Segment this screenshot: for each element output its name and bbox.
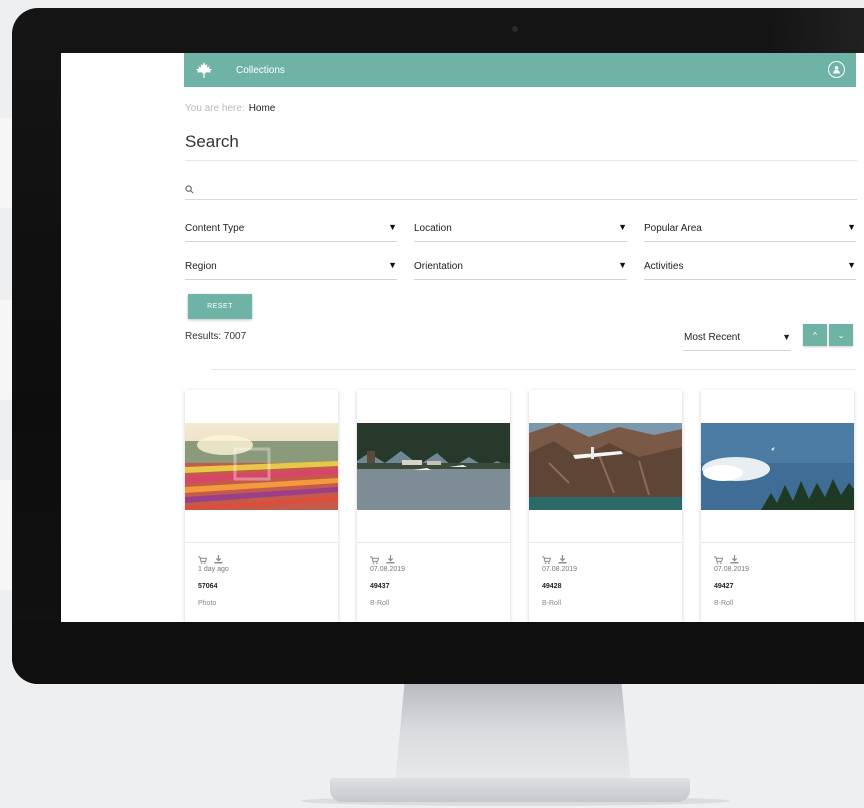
- dropdown-arrow-icon: ▼: [618, 222, 627, 232]
- app-title[interactable]: Collections: [236, 65, 285, 76]
- filter-label: Region: [185, 261, 217, 272]
- card-id: 49437: [370, 583, 390, 590]
- card-type: Photo: [198, 600, 217, 607]
- card-type: B-Roll: [542, 600, 562, 607]
- card-thumbnail[interactable]: [185, 423, 338, 510]
- filter-label: Orientation: [414, 261, 463, 272]
- maple-leaf-logo-icon[interactable]: [194, 60, 214, 80]
- card-id: 49427: [714, 583, 734, 590]
- card-thumbnail[interactable]: [357, 423, 510, 510]
- dropdown-arrow-icon: ▼: [388, 260, 397, 270]
- filter-popular-area[interactable]: Popular Area ▼: [644, 219, 856, 242]
- filter-label: Popular Area: [644, 223, 702, 234]
- filter-label: Activities: [644, 261, 684, 272]
- media-card[interactable]: 07.08.2019 49437 B-Roll: [357, 390, 510, 622]
- filter-label: Content Type: [185, 223, 245, 234]
- filter-label: Location: [414, 223, 452, 234]
- card-type: B-Roll: [714, 600, 734, 607]
- media-card[interactable]: 1 day ago 57064 Photo: [185, 390, 338, 622]
- card-date: 07.08.2019: [542, 566, 578, 573]
- breadcrumb-home-link[interactable]: Home: [249, 103, 276, 114]
- sort-ascending-button[interactable]: ^: [803, 324, 827, 346]
- dropdown-arrow-icon: ▼: [618, 260, 627, 270]
- divider: [185, 160, 857, 161]
- media-card[interactable]: 07.08.2019 49427 B-Roll: [701, 390, 854, 622]
- breadcrumb-prefix: You are here:: [185, 103, 245, 114]
- page-title: Search: [185, 132, 239, 151]
- app-header: Collections: [184, 53, 856, 87]
- filter-activities[interactable]: Activities ▼: [644, 257, 856, 280]
- filter-orientation[interactable]: Orientation ▼: [414, 257, 627, 280]
- breadcrumb: You are here: Home: [185, 103, 275, 114]
- product-mockup: Collections You are here: Home Search Co…: [0, 0, 864, 808]
- card-type: B-Roll: [370, 600, 390, 607]
- card-date: 1 day ago: [198, 566, 229, 573]
- dropdown-arrow-icon: ▼: [782, 332, 791, 342]
- user-account-icon[interactable]: [828, 61, 845, 78]
- card-id: 57064: [198, 583, 218, 590]
- search-icon: [185, 181, 194, 199]
- filter-content-type[interactable]: Content Type ▼: [185, 219, 397, 242]
- divider: [211, 369, 856, 370]
- reset-button[interactable]: RESET: [188, 294, 252, 319]
- card-thumbnail[interactable]: [529, 423, 682, 510]
- dropdown-arrow-icon: ▼: [847, 222, 856, 232]
- monitor-screen: Collections You are here: Home Search Co…: [61, 53, 864, 622]
- filter-region[interactable]: Region ▼: [185, 257, 397, 280]
- monitor-stand-base: [330, 778, 690, 802]
- monitor-chin: [12, 622, 864, 684]
- chevron-up-icon: ^: [813, 330, 817, 340]
- sort-select[interactable]: Most Recent ▼: [683, 330, 791, 351]
- sort-descending-button[interactable]: ⌄: [829, 324, 853, 346]
- dropdown-arrow-icon: ▼: [847, 260, 856, 270]
- media-card[interactable]: 07.08.2019 49428 B-Roll: [529, 390, 682, 622]
- search-input[interactable]: [185, 177, 857, 200]
- camera-dot: [512, 26, 518, 32]
- card-date: 07.08.2019: [714, 566, 750, 573]
- dropdown-arrow-icon: ▼: [388, 222, 397, 232]
- card-thumbnail[interactable]: [701, 423, 854, 510]
- card-date: 07.08.2019: [370, 566, 406, 573]
- filter-location[interactable]: Location ▼: [414, 219, 627, 242]
- card-id: 49428: [542, 583, 562, 590]
- monitor-stand-neck: [395, 684, 631, 784]
- sort-selected-value: Most Recent: [684, 332, 741, 343]
- chevron-down-icon: ⌄: [837, 330, 845, 340]
- results-count: Results: 7007: [185, 331, 247, 342]
